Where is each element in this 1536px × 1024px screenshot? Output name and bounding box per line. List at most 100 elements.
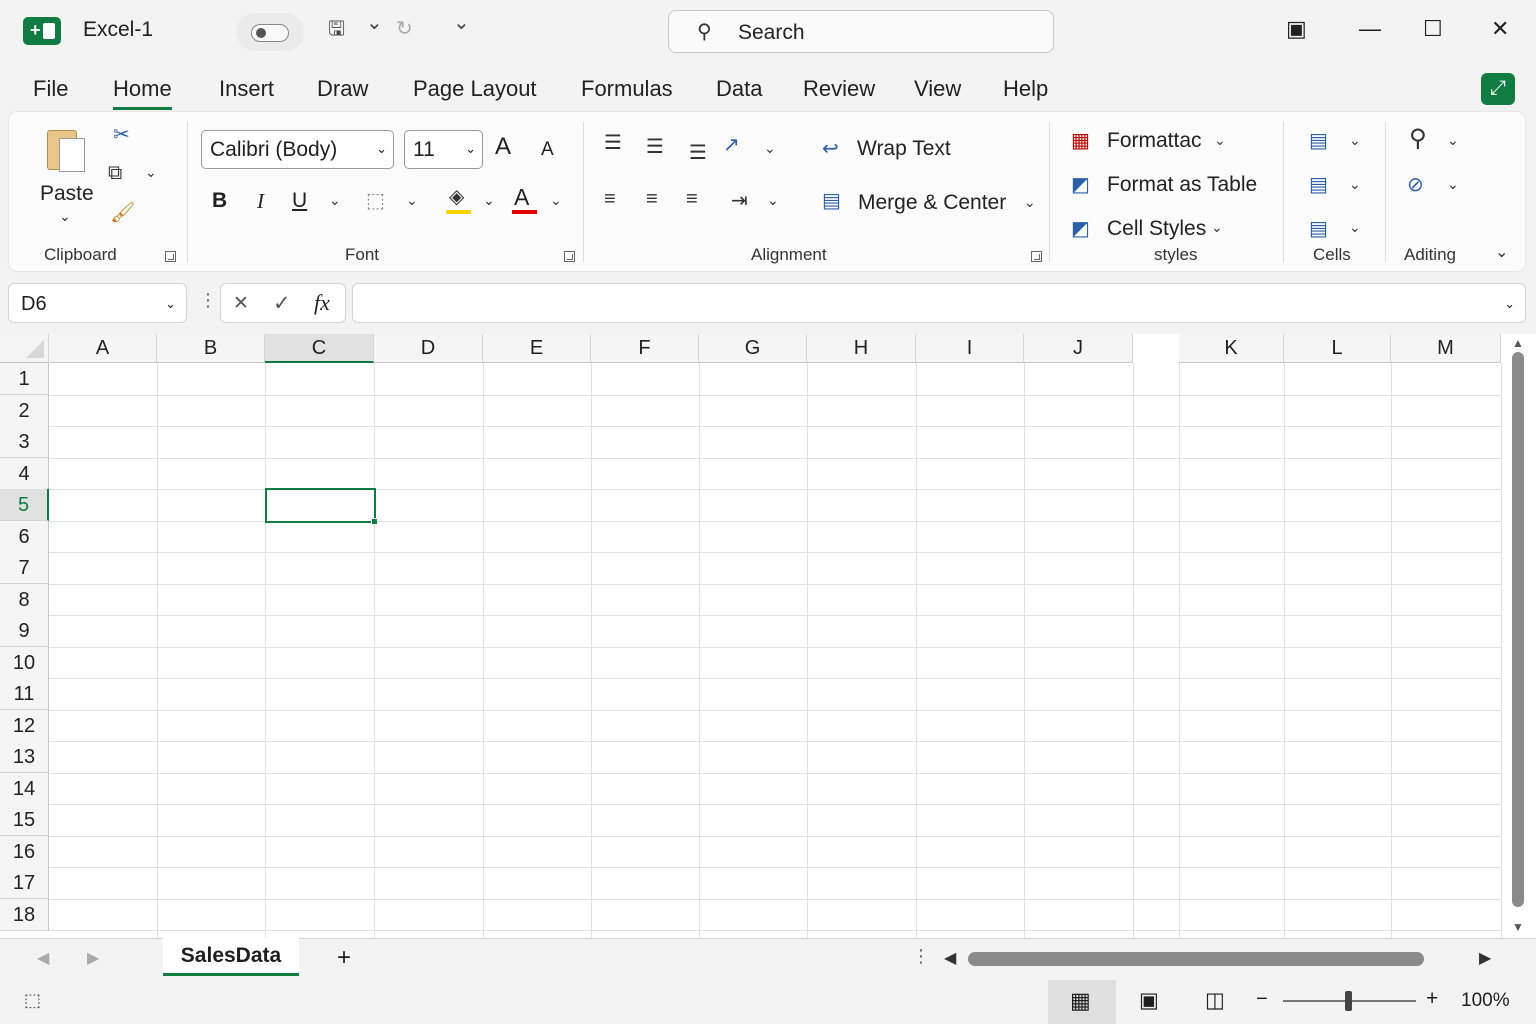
add-sheet-button[interactable]: +: [337, 944, 351, 972]
search-box[interactable]: ⚲ Search: [668, 10, 1054, 53]
underline-button[interactable]: U: [292, 189, 307, 213]
tab-splitter-icon[interactable]: ⋮: [912, 946, 930, 967]
tab-review[interactable]: Review: [803, 76, 875, 102]
fill-color-icon[interactable]: ◈: [449, 184, 464, 209]
normal-view-button[interactable]: ▦: [1048, 980, 1116, 1024]
borders-dropdown-icon[interactable]: ⌄: [406, 192, 418, 209]
row-header-9[interactable]: 9: [0, 615, 49, 647]
active-cell[interactable]: [265, 488, 376, 523]
indent-icon[interactable]: ⇥: [731, 188, 748, 213]
row-header-14[interactable]: 14: [0, 773, 49, 805]
scroll-down-icon[interactable]: ▼: [1512, 920, 1524, 934]
zoom-slider-thumb[interactable]: [1345, 991, 1352, 1011]
minimize-icon[interactable]: —: [1359, 16, 1381, 42]
indent-dropdown-icon[interactable]: ⌄: [767, 192, 779, 209]
column-header-k[interactable]: K: [1179, 334, 1284, 363]
copy-icon[interactable]: ⧉: [108, 162, 122, 185]
cell-styles-button[interactable]: Cell Styles: [1107, 217, 1206, 241]
format-cells-icon[interactable]: ▤: [1309, 216, 1328, 241]
format-as-table-button[interactable]: Format as Table: [1107, 173, 1257, 197]
font-color-dropdown-icon[interactable]: ⌄: [550, 192, 562, 209]
merge-center-button[interactable]: Merge & Center: [858, 191, 1006, 215]
format-painter-icon[interactable]: 🖌: [110, 200, 135, 225]
font-name-select[interactable]: Calibri (Body) ⌄: [201, 130, 394, 169]
insert-dropdown-icon[interactable]: ⌄: [1349, 132, 1361, 149]
row-header-11[interactable]: 11: [0, 678, 49, 710]
conditional-formatting-icon[interactable]: ▦: [1071, 128, 1090, 153]
autosave-toggle[interactable]: [236, 13, 304, 51]
zoom-level[interactable]: 100%: [1461, 990, 1510, 1012]
customize-qat-icon[interactable]: ⌄: [453, 10, 470, 35]
column-header-m[interactable]: M: [1391, 334, 1501, 363]
tab-help[interactable]: Help: [1003, 76, 1048, 102]
row-header-3[interactable]: 3: [0, 426, 49, 458]
maximize-icon[interactable]: ☐: [1423, 16, 1443, 42]
orientation-icon[interactable]: ↗: [723, 132, 740, 157]
format-table-icon[interactable]: ◩: [1071, 172, 1090, 197]
row-header-5[interactable]: 5: [0, 489, 49, 521]
column-header-e[interactable]: E: [483, 334, 591, 363]
fill-handle[interactable]: [371, 518, 378, 525]
cell-styles-dropdown-icon[interactable]: ⌄: [1211, 219, 1223, 236]
tab-home[interactable]: Home: [113, 76, 172, 110]
merge-dropdown-icon[interactable]: ⌄: [1024, 194, 1036, 211]
column-header-d[interactable]: D: [374, 334, 483, 363]
row-header-1[interactable]: 1: [0, 363, 49, 395]
scroll-right-icon[interactable]: ▶: [1479, 948, 1491, 968]
insert-cells-icon[interactable]: ▤: [1309, 128, 1328, 153]
align-right-icon[interactable]: ≡: [686, 188, 698, 211]
save-icon[interactable]: 🖫: [328, 14, 345, 48]
column-header-f[interactable]: F: [591, 334, 699, 363]
column-header-l[interactable]: L: [1284, 334, 1391, 363]
accessibility-icon[interactable]: ⬚: [24, 990, 41, 1011]
paste-button[interactable]: [45, 124, 89, 176]
find-icon[interactable]: ⚲: [1409, 124, 1427, 153]
ribbon-display-icon[interactable]: ▣: [1286, 16, 1307, 42]
row-header-16[interactable]: 16: [0, 836, 49, 868]
undo-dropdown-chevron-icon[interactable]: ⌄: [366, 10, 383, 35]
row-header-12[interactable]: 12: [0, 710, 49, 742]
collapse-ribbon-icon[interactable]: ⌄: [1495, 242, 1508, 262]
row-header-15[interactable]: 15: [0, 804, 49, 836]
shrink-font-icon[interactable]: A: [541, 139, 554, 161]
tab-view[interactable]: View: [914, 76, 961, 102]
name-box[interactable]: D6 ⌄: [8, 283, 187, 323]
format-dropdown-icon[interactable]: ⌄: [1349, 219, 1361, 236]
page-layout-view-icon[interactable]: ▣: [1139, 988, 1159, 1013]
cut-icon[interactable]: ✂: [113, 122, 130, 147]
fill-color-dropdown-icon[interactable]: ⌄: [483, 192, 495, 209]
font-color-icon[interactable]: A: [514, 184, 529, 211]
wrap-text-icon[interactable]: ↩: [822, 136, 839, 161]
vertical-scrollbar[interactable]: [1512, 352, 1524, 907]
insert-function-icon[interactable]: fx: [314, 290, 330, 316]
orientation-dropdown-icon[interactable]: ⌄: [764, 140, 776, 157]
column-header-i[interactable]: I: [916, 334, 1024, 363]
column-header-j[interactable]: J: [1024, 334, 1133, 363]
expand-formula-icon[interactable]: ⌄: [1504, 296, 1515, 312]
sheet-tab-salesdata[interactable]: SalesData: [163, 938, 299, 976]
formula-input[interactable]: ⌄: [352, 283, 1526, 323]
select-all-button[interactable]: [0, 334, 49, 363]
paste-dropdown-icon[interactable]: ⌄: [59, 208, 71, 225]
column-header-b[interactable]: B: [157, 334, 265, 363]
row-header-10[interactable]: 10: [0, 647, 49, 679]
font-launcher-icon[interactable]: [564, 251, 575, 262]
row-header-4[interactable]: 4: [0, 458, 49, 490]
column-header-c[interactable]: C: [265, 334, 374, 363]
prev-sheet-icon[interactable]: ◀: [37, 948, 49, 968]
tab-insert[interactable]: Insert: [219, 76, 274, 102]
borders-icon[interactable]: ⬚: [366, 188, 385, 213]
next-sheet-icon[interactable]: ▶: [87, 948, 99, 968]
row-header-8[interactable]: 8: [0, 584, 49, 616]
underline-dropdown-icon[interactable]: ⌄: [329, 192, 341, 209]
font-size-select[interactable]: 11 ⌄: [404, 130, 483, 169]
column-header-h[interactable]: H: [807, 334, 916, 363]
tab-formulas[interactable]: Formulas: [581, 76, 673, 102]
merge-center-icon[interactable]: ▤: [822, 188, 841, 213]
row-header-7[interactable]: 7: [0, 552, 49, 584]
redo-icon[interactable]: ↻: [396, 16, 413, 41]
enter-icon[interactable]: ✓: [273, 291, 291, 316]
find-dropdown-icon[interactable]: ⌄: [1447, 132, 1459, 149]
conditional-formatting-button[interactable]: Formattac: [1107, 129, 1202, 153]
grow-font-icon[interactable]: A: [495, 133, 511, 161]
